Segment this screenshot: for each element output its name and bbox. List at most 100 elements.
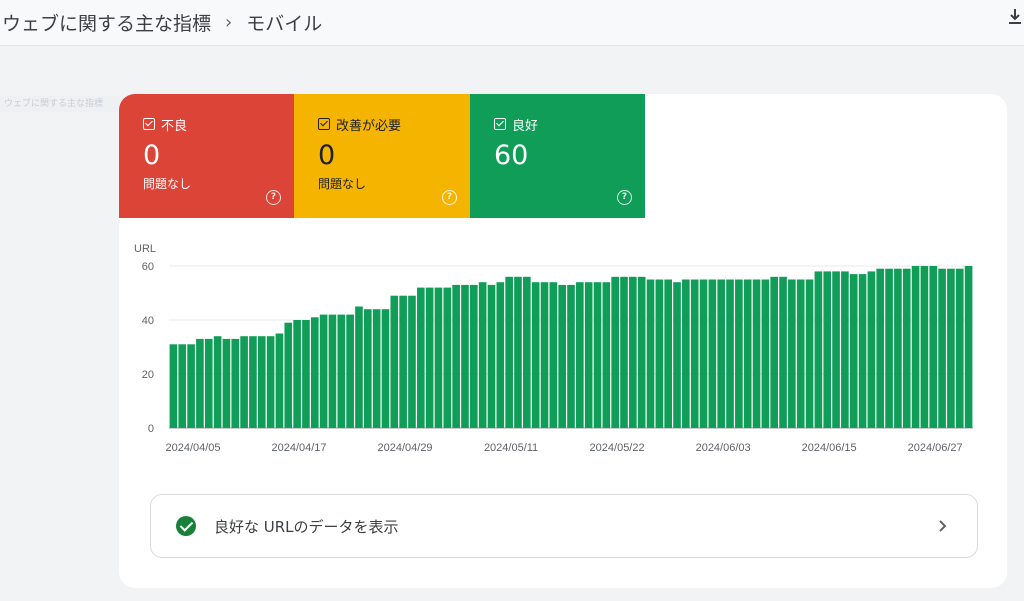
check-circle-icon [176,516,196,536]
chart-bar [275,333,284,428]
top-bar: ウェブに関する主な指標 › モバイル [0,0,1024,46]
chart-bar [416,287,425,428]
chart-bar [947,268,955,428]
chart-bar [178,344,187,428]
tile-needs-improvement[interactable]: 改善が必要 0 問題なし ? [294,94,470,218]
chart-bar [885,268,893,428]
x-tick-label: 2024/05/11 [484,442,538,454]
chart-bar [761,279,770,428]
chart-bar [832,271,840,428]
chart-bar [540,282,549,428]
chart-bar [920,266,929,428]
metrics-card: 不良 0 問題なし ? 改善が必要 0 問題なし ? 良好 60 ? URL 0 2… [119,94,1007,588]
chart-bar [655,279,664,428]
y-tick-label: 60 [142,261,154,273]
chart-bar [841,271,849,428]
y-tick-label: 20 [142,369,154,381]
chart-bar [584,282,593,428]
chart-bar [620,276,628,428]
tile-ni-header: 改善が必要 [318,116,470,134]
chart-bar [381,309,390,428]
y-axis-label: URL [134,243,156,255]
checkbox-icon[interactable] [318,118,330,130]
chart-bar [266,336,275,428]
chart-bar [257,336,266,428]
chart-bar [770,276,779,428]
x-tick-label: 2024/06/15 [802,442,857,454]
chevron-right-icon [939,520,947,532]
chart-bar [911,266,920,428]
view-good-urls-label: 良好な URLのデータを表示 [214,517,399,536]
help-circle-icon[interactable]: ? [442,190,457,205]
chart-bar [231,338,240,428]
chart-bar [523,276,531,428]
chart-bar [452,284,460,428]
tile-poor-label: 不良 [161,118,188,134]
chart-bar [938,268,946,428]
chart-bar [310,317,319,428]
tile-poor-header: 不良 [143,116,294,134]
status-tiles: 不良 0 問題なし ? 改善が必要 0 問題なし ? 良好 60 ? [119,94,645,218]
chart-bar [355,306,363,428]
checkbox-icon[interactable] [143,118,155,130]
tile-ni-count: 0 [318,140,336,171]
chart-bar [363,309,372,428]
chart-bar [673,282,681,428]
help-circle-icon[interactable]: ? [617,190,632,205]
chart-bar [637,276,646,428]
breadcrumb: ウェブに関する主な指標 › モバイル [0,9,322,36]
chart-bar [611,276,619,428]
chart-bar [169,344,178,428]
chart-bar [629,276,637,428]
chart-bar [576,282,584,428]
chart-bar [213,336,222,428]
chart-bar [204,338,213,428]
x-tick-label: 2024/06/03 [696,442,751,454]
chart-bar [549,282,558,428]
help-circle-icon[interactable]: ? [266,190,281,205]
x-tick-label: 2024/06/27 [908,442,963,454]
chart-bar [461,284,469,428]
tile-good[interactable]: 良好 60 ? [470,94,645,218]
chart-bar [717,279,726,428]
x-tick-label: 2024/04/05 [165,442,220,454]
tile-poor[interactable]: 不良 0 問題なし ? [119,94,294,218]
chart-bar [505,276,513,428]
chart-bar [293,320,301,428]
chart-bar [743,279,752,428]
tile-good-header: 良好 [494,116,645,134]
breadcrumb-parent[interactable]: ウェブに関する主な指標 [2,9,211,36]
tile-poor-count: 0 [143,140,161,171]
chart-bar [805,279,814,428]
chart-bar [823,271,832,428]
chart-bar [602,282,611,428]
chart-bar [240,336,248,428]
chart-bar [955,268,964,428]
chart-bar [708,279,717,428]
chart-bar [682,279,690,428]
chart-bar [222,338,231,428]
chart-bar [390,295,399,428]
breadcrumb-current: モバイル [246,13,323,35]
y-tick-label: 0 [148,423,154,435]
download-icon[interactable] [1008,8,1022,26]
y-tick-label: 40 [142,315,154,327]
checkbox-icon[interactable] [494,118,506,130]
chart-bar [796,279,805,428]
chart-bar [894,268,902,428]
chart-bar [788,279,796,428]
chart-bar [425,287,434,428]
chart-bar [558,284,566,428]
chart-bar [735,279,743,428]
x-tick-label: 2024/04/17 [271,442,326,454]
chart-bar [196,338,204,428]
chart-bar [964,266,973,428]
chart-bar [531,282,540,428]
view-good-urls-row[interactable]: 良好な URLのデータを表示 [150,494,978,558]
chart-bar [249,336,257,428]
chart-bar [478,282,487,428]
chart-bar [514,276,522,428]
chart-bar [443,287,452,428]
chart-bar [337,314,346,428]
chart-bar [593,282,602,428]
